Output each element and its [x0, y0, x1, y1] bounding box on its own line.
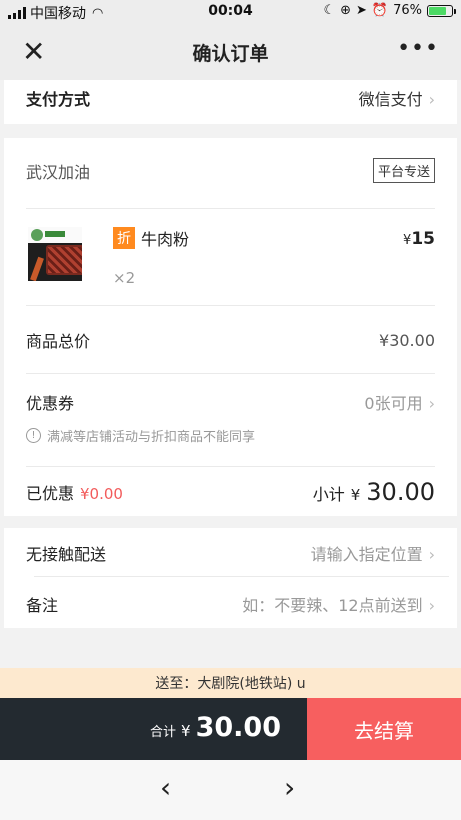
- summary-row: 已优惠 ¥0.00 小计 ¥ 30.00: [26, 478, 435, 506]
- order-card: 武汉加油 平台专送 折 牛肉粉 ¥15 ×2 商品总价 ¥30.00 优惠券 0…: [4, 138, 457, 516]
- location-icon: ➤: [356, 3, 367, 18]
- divider: [26, 466, 435, 467]
- divider: [26, 208, 435, 209]
- subtotal-label: 小计: [312, 485, 345, 504]
- status-bar: 中国移动 ◠ 00:04 ☾ ⊕ ➤ ⏰ 76%: [0, 0, 461, 24]
- back-icon[interactable]: ‹: [160, 774, 171, 802]
- payment-card[interactable]: 支付方式 微信支付 ›: [4, 80, 457, 124]
- product-quantity: ×2: [113, 269, 136, 287]
- divider: [26, 305, 435, 306]
- delivery-badge: 平台专送: [372, 158, 435, 183]
- checkout-bar: 合计 ¥ 30.00 去结算: [0, 698, 461, 760]
- chevron-right-icon: ›: [428, 545, 435, 564]
- product-price-value: 15: [411, 229, 435, 249]
- coupon-value: 0张可用: [364, 394, 423, 413]
- store-name: 武汉加油: [26, 162, 91, 182]
- subtotal-currency: ¥: [350, 486, 361, 504]
- extras-card: 无接触配送 请输入指定位置 › 备注 如：不要辣、12点前送到 ›: [4, 528, 457, 628]
- product-price: ¥15: [403, 229, 435, 249]
- grand-total-value: 30.00: [195, 712, 281, 743]
- moon-icon: ☾: [323, 3, 336, 18]
- checkout-button[interactable]: 去结算: [307, 698, 461, 760]
- contactless-row[interactable]: 无接触配送 请输入指定位置 ›: [26, 541, 435, 565]
- payment-label: 支付方式: [26, 90, 91, 109]
- product-image: [25, 224, 85, 284]
- remark-input[interactable]: 如：不要辣、12点前送到: [242, 596, 422, 615]
- chevron-right-icon: ›: [428, 394, 435, 413]
- battery-icon: [427, 4, 456, 17]
- info-icon: !: [26, 428, 41, 443]
- forward-icon[interactable]: ›: [284, 774, 295, 802]
- page-title: 确认订单: [192, 42, 269, 65]
- subtotal-wrap: 小计 ¥ 30.00: [313, 478, 435, 506]
- grand-total: 合计 ¥ 30.00: [150, 712, 281, 743]
- subtotal-value: 30.00: [366, 478, 435, 506]
- alarm-icon: ⏰: [371, 3, 389, 18]
- contactless-label: 无接触配送: [26, 545, 107, 564]
- total-label: 商品总价: [26, 332, 91, 351]
- total-value: ¥30.00: [379, 330, 435, 350]
- remark-input-wrap[interactable]: 如：不要辣、12点前送到 ›: [242, 592, 435, 616]
- lock-rotation-icon: ⊕: [340, 3, 351, 18]
- notice: ! 满减等店铺活动与折扣商品不能同享: [26, 426, 255, 445]
- grand-total-currency: ¥: [181, 722, 191, 740]
- discount-tag: 折: [113, 227, 135, 249]
- coupon-label: 优惠券: [26, 394, 75, 413]
- chevron-right-icon: ›: [428, 596, 435, 615]
- contactless-input[interactable]: 请输入指定位置: [311, 545, 423, 564]
- divider: [26, 373, 435, 374]
- store-row: 武汉加油 平台专送: [26, 158, 435, 183]
- contactless-input-wrap[interactable]: 请输入指定位置 ›: [311, 541, 435, 565]
- delivery-address: 送至：大剧院(地铁站) u: [155, 676, 306, 692]
- more-icon[interactable]: •••: [397, 36, 439, 61]
- total-row: 商品总价 ¥30.00: [26, 328, 435, 352]
- nav-bar: ✕ 确认订单 •••: [0, 24, 461, 80]
- payment-value-wrap: 微信支付 ›: [359, 86, 435, 110]
- product-name-wrap: 折 牛肉粉: [113, 226, 189, 250]
- discounted-label: 已优惠: [26, 484, 75, 503]
- battery-percent: 76%: [393, 3, 422, 18]
- delivery-address-bar[interactable]: 送至：大剧院(地铁站) u: [0, 668, 461, 698]
- chevron-right-icon: ›: [428, 90, 435, 109]
- browser-nav: ‹ ›: [0, 760, 461, 820]
- discounted-wrap: 已优惠 ¥0.00: [26, 480, 123, 504]
- payment-row[interactable]: 支付方式 微信支付 ›: [26, 86, 435, 110]
- divider: [34, 576, 449, 577]
- grand-total-label: 合计: [150, 725, 177, 740]
- coupon-row[interactable]: 优惠券 0张可用 ›: [26, 390, 435, 414]
- notice-text: 满减等店铺活动与折扣商品不能同享: [47, 430, 256, 445]
- remark-row[interactable]: 备注 如：不要辣、12点前送到 ›: [26, 592, 435, 616]
- discounted-value: ¥0.00: [80, 485, 123, 503]
- payment-value: 微信支付: [358, 90, 423, 109]
- coupon-value-wrap: 0张可用 ›: [364, 390, 435, 414]
- close-icon[interactable]: ✕: [22, 38, 45, 66]
- status-right: ☾ ⊕ ➤ ⏰ 76%: [323, 3, 456, 18]
- remark-label: 备注: [26, 596, 59, 615]
- product-name: 牛肉粉: [141, 230, 190, 249]
